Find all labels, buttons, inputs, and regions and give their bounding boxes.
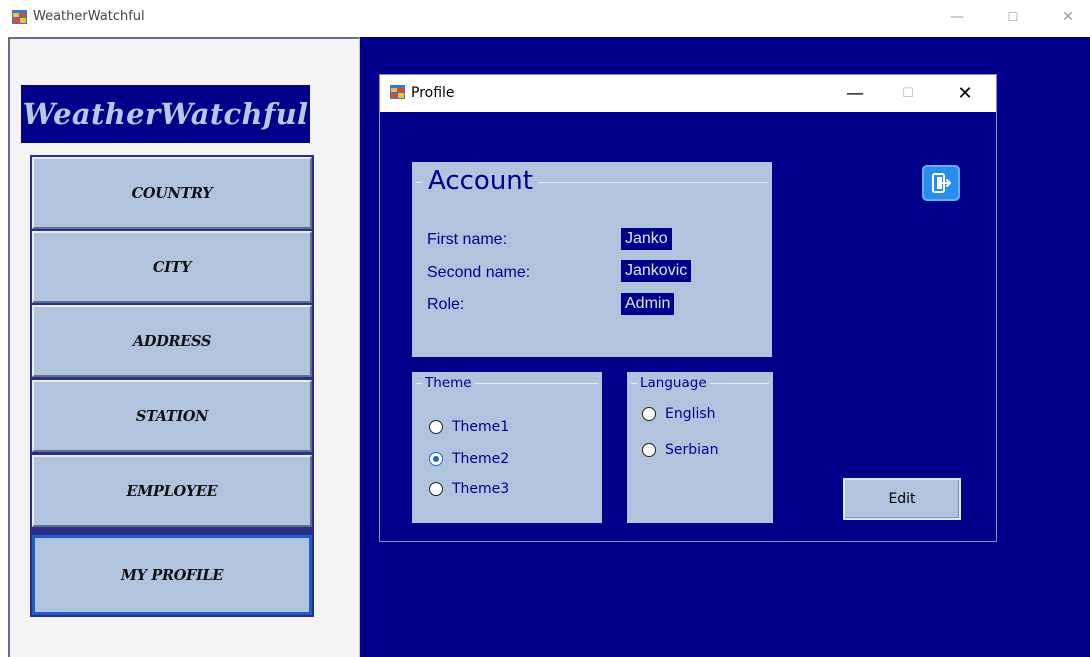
profile-window: Profile — ☐ ✕ Account First name: Janko … [379, 74, 997, 542]
english-radio[interactable]: English [642, 406, 716, 422]
second-name-value: Jankovic [621, 260, 692, 282]
nav-station-button[interactable]: STATION [32, 380, 312, 452]
app-logo: WeatherWatchful [21, 85, 310, 143]
account-group-title: Account [422, 166, 539, 196]
role-value: Admin [621, 293, 675, 315]
theme2-radio-label: Theme2 [452, 451, 510, 467]
minimize-button[interactable]: — [935, 2, 979, 32]
english-radio-dot[interactable] [642, 407, 656, 421]
nav-address-button[interactable]: ADDRESS [32, 305, 312, 377]
window-titlebar: WeatherWatchful — ☐ ✕ [0, 0, 1090, 36]
edit-button[interactable]: Edit [843, 478, 961, 520]
sidebar-nav: COUNTRY CITY ADDRESS STATION EMPLOYEE MY… [30, 155, 314, 617]
english-radio-label: English [665, 406, 716, 422]
window-title: WeatherWatchful [33, 9, 145, 24]
theme1-radio[interactable]: Theme1 [429, 419, 509, 435]
profile-maximize-button: ☐ [902, 85, 914, 101]
nav-country-button[interactable]: COUNTRY [32, 157, 312, 229]
theme3-radio-dot[interactable] [429, 482, 443, 496]
theme1-radio-label: Theme1 [452, 419, 510, 435]
language-group-title: Language [637, 375, 710, 392]
language-group: Language English Serbian [627, 372, 773, 523]
theme-group-title: Theme [422, 375, 475, 392]
profile-close-button[interactable]: ✕ [942, 79, 988, 107]
theme3-radio-label: Theme3 [452, 481, 510, 497]
theme3-radio[interactable]: Theme3 [429, 481, 509, 497]
close-button[interactable]: ✕ [1046, 2, 1090, 32]
account-group: Account First name: Janko Second name: J… [412, 162, 772, 357]
profile-titlebar: Profile — ☐ ✕ [380, 75, 996, 112]
theme2-radio[interactable]: Theme2 [429, 451, 509, 467]
serbian-radio-dot[interactable] [642, 443, 656, 457]
serbian-radio-label: Serbian [665, 442, 719, 458]
serbian-radio[interactable]: Serbian [642, 442, 718, 458]
first-name-label: First name: [427, 231, 508, 248]
logout-button[interactable] [922, 165, 960, 201]
logout-icon [932, 173, 951, 193]
nav-city-button[interactable]: CITY [32, 231, 312, 303]
theme1-radio-dot[interactable] [429, 420, 443, 434]
theme2-radio-dot[interactable] [429, 452, 443, 466]
maximize-button[interactable]: ☐ [991, 2, 1035, 32]
role-label: Role: [427, 296, 465, 313]
profile-window-icon [390, 85, 405, 99]
profile-window-title: Profile [411, 85, 455, 101]
second-name-label: Second name: [427, 264, 531, 281]
theme-group: Theme Theme1 Theme2 Theme3 [412, 372, 602, 523]
first-name-value: Janko [621, 228, 672, 250]
nav-employee-button[interactable]: EMPLOYEE [32, 455, 312, 527]
nav-my-profile-button[interactable]: MY PROFILE [32, 535, 312, 615]
app-icon [12, 10, 27, 24]
profile-minimize-button[interactable]: — [832, 79, 878, 107]
